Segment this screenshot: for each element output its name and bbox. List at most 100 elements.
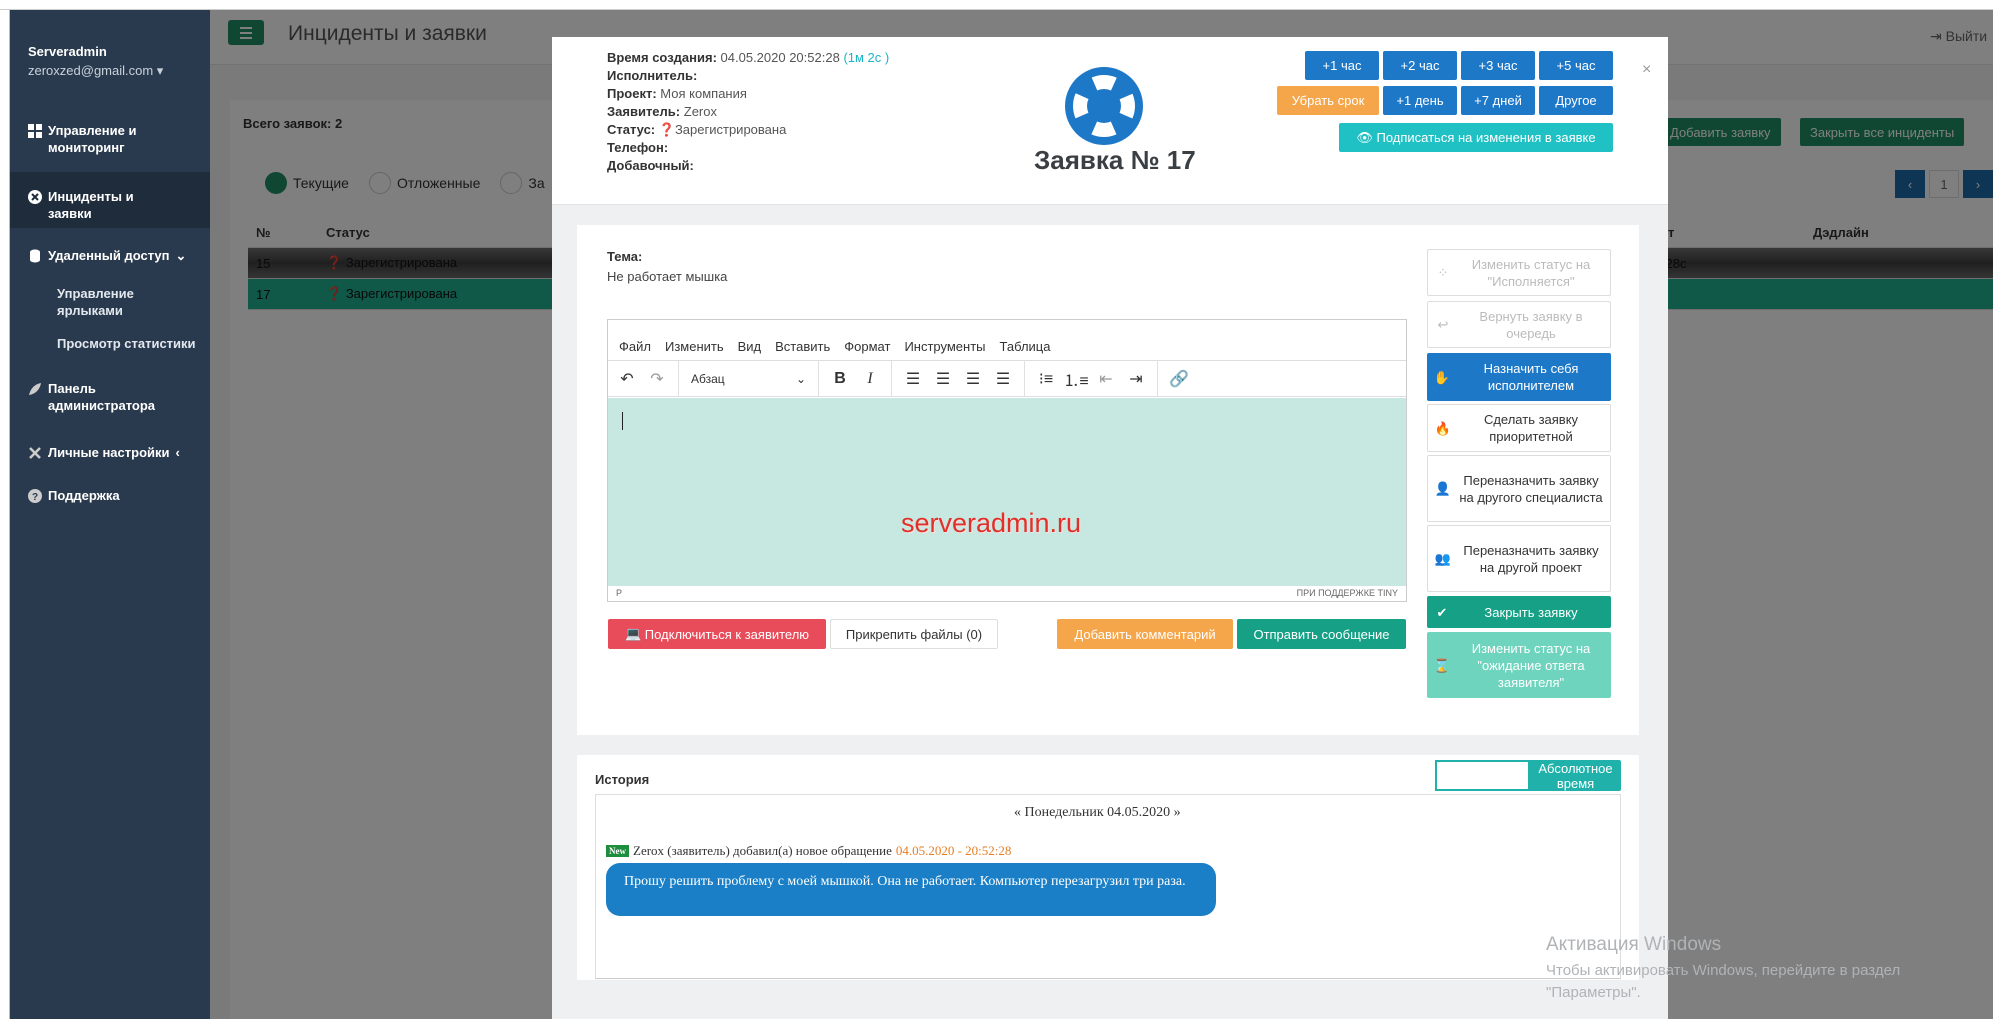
- reply-icon: ↩: [1437, 317, 1449, 332]
- deadline-plus-1d-button[interactable]: +1 день: [1383, 86, 1457, 115]
- ticket-info: Время создания: 04.05.2020 20:52:28 (1м …: [607, 50, 890, 173]
- chevron-down-icon: ⌄: [175, 248, 187, 263]
- reassign-project-button[interactable]: 👥 Переназначить заявку на другой проект: [1427, 525, 1611, 592]
- set-status-waiting-button[interactable]: ⌛ Изменить статус на "ожидание ответа зая…: [1427, 632, 1611, 698]
- users-icon: 👥: [1434, 551, 1452, 566]
- return-to-queue-button[interactable]: ↩ Вернуть заявку в очередь: [1427, 301, 1611, 348]
- attach-files-button[interactable]: Прикрепить файлы (0): [830, 619, 998, 649]
- make-priority-button[interactable]: 🔥 Сделать заявку приоритетной: [1427, 404, 1611, 452]
- watermark-text: serveradmin.ru: [901, 508, 1082, 538]
- deadline-plus-1h-button[interactable]: +1 час: [1305, 51, 1379, 80]
- link-icon[interactable]: 🔗: [1169, 370, 1189, 388]
- sidebar-item-monitoring[interactable]: Управление и мониторинг: [10, 122, 210, 156]
- sidebar: Serveradmin zeroxzed@gmail.com ▾ Управле…: [10, 10, 210, 1019]
- lifebuoy-icon: [1065, 67, 1143, 145]
- leaf-icon: [29, 383, 41, 395]
- chevron-left-icon: ‹: [175, 445, 180, 460]
- windows-activation-hint: Чтобы активировать Windows, перейдите в …: [1546, 962, 1901, 1001]
- windows-activation-title: Активация Windows: [1546, 934, 1722, 955]
- subscribe-button[interactable]: 👁 Подписаться на изменения в заявке: [1339, 123, 1613, 152]
- grid-icon: [28, 124, 42, 138]
- editor-statusbar: P ПРИ ПОДДЕРЖКЕ TINY: [616, 588, 1398, 598]
- deadline-plus-5h-button[interactable]: +5 час: [1539, 51, 1613, 80]
- window-frame-top: [0, 0, 1993, 10]
- menu-file[interactable]: Файл: [619, 339, 651, 354]
- new-badge: New: [606, 845, 629, 857]
- chevron-down-icon: ⌄: [795, 371, 806, 386]
- remove-deadline-button[interactable]: Убрать срок: [1277, 86, 1379, 115]
- set-status-executing-button[interactable]: ⁘ Изменить статус на "Исполняется": [1427, 249, 1611, 296]
- sidebar-item-remote-access[interactable]: Удаленный доступ ⌄: [10, 247, 210, 264]
- sidebar-item-incidents[interactable]: Инциденты и заявки: [10, 172, 210, 228]
- theme-value: Не работает мышка: [607, 269, 728, 284]
- sidebar-item-admin[interactable]: Панель администратора: [10, 380, 210, 414]
- window-frame-left: [0, 10, 10, 1019]
- paragraph-select[interactable]: Абзац ⌄: [691, 372, 806, 386]
- menu-insert[interactable]: Вставить: [775, 339, 830, 354]
- history-day: « Понедельник 04.05.2020 »: [1014, 805, 1181, 820]
- history-entry: New Zerox (заявитель) добавил(а) новое о…: [606, 843, 1011, 859]
- question-circle-icon: ?: [28, 489, 42, 503]
- reassign-specialist-button[interactable]: 👤 Переназначить заявку на другого специал…: [1427, 455, 1611, 522]
- redo-icon[interactable]: ↷: [648, 370, 666, 388]
- rich-text-editor: Файл Изменить Вид Вставить Формат Инстру…: [607, 319, 1407, 602]
- assign-self-button[interactable]: ✋ Назначить себя исполнителем: [1427, 353, 1611, 401]
- hand-icon: ✋: [1433, 369, 1451, 385]
- ticket-modal: Время создания: 04.05.2020 20:52:28 (1м …: [552, 37, 1668, 1019]
- outdent-icon[interactable]: ⇤: [1097, 370, 1115, 388]
- history-title: История: [595, 772, 650, 787]
- user-email: zeroxzed@gmail.com ▾: [28, 63, 164, 78]
- ticket-header: Время создания: 04.05.2020 20:52:28 (1м …: [552, 37, 1668, 205]
- deadline-plus-3h-button[interactable]: +3 час: [1461, 51, 1535, 80]
- deadline-other-button[interactable]: Другое: [1539, 86, 1613, 115]
- theme-label: Тема:: [607, 249, 643, 264]
- prev-day-icon[interactable]: «: [1014, 805, 1021, 820]
- menu-view[interactable]: Вид: [738, 339, 762, 354]
- close-circle-icon: [28, 190, 42, 204]
- eye-icon: 👁: [1356, 129, 1377, 145]
- user-block[interactable]: Serveradmin zeroxzed@gmail.com ▾: [28, 44, 163, 79]
- menu-format[interactable]: Формат: [844, 339, 890, 354]
- align-left-icon[interactable]: ☰: [904, 370, 922, 388]
- svg-text:?: ?: [32, 492, 38, 503]
- editor-toolbar: ↶ ↷ Абзац ⌄ B I ☰ ☰ ☰ ☰ ⁝≡ ⒈≡ ⇤ ⇥ 🔗: [608, 360, 1406, 397]
- deadline-plus-2h-button[interactable]: +2 час: [1383, 51, 1457, 80]
- numbered-list-icon[interactable]: ⒈≡: [1063, 370, 1088, 390]
- toggle-knob: [1435, 760, 1530, 791]
- ticket-title: Заявка № 17: [1034, 145, 1196, 175]
- close-ticket-button[interactable]: ✔ Закрыть заявку: [1427, 596, 1611, 628]
- next-day-icon[interactable]: »: [1174, 805, 1181, 820]
- user-name: Serveradmin: [28, 44, 107, 59]
- user-icon: 👤: [1434, 481, 1452, 496]
- sidebar-item-shortcuts[interactable]: Управление ярлыками: [57, 285, 157, 319]
- connect-to-applicant-button[interactable]: 💻 Подключиться к заявителю: [608, 619, 826, 649]
- close-icon[interactable]: ×: [1642, 61, 1651, 79]
- editor-content-area[interactable]: serveradmin.ru: [608, 398, 1406, 586]
- add-comment-button[interactable]: Добавить комментарий: [1057, 619, 1233, 649]
- align-justify-icon[interactable]: ☰: [994, 370, 1012, 388]
- undo-icon[interactable]: ↶: [618, 370, 636, 388]
- italic-icon[interactable]: I: [861, 370, 879, 388]
- bold-icon[interactable]: B: [831, 370, 849, 388]
- menu-table[interactable]: Таблица: [1000, 339, 1051, 354]
- bullet-list-icon[interactable]: ⁝≡: [1037, 370, 1055, 388]
- deadline-plus-7d-button[interactable]: +7 дней: [1461, 86, 1535, 115]
- menu-tools[interactable]: Инструменты: [904, 339, 985, 354]
- spinner-icon: ⁘: [1437, 265, 1449, 280]
- database-icon: [30, 249, 40, 263]
- check-icon: ✔: [1436, 604, 1448, 620]
- message-bubble: Прошу решить проблему с моей мышкой. Она…: [606, 863, 1216, 916]
- fire-icon: 🔥: [1434, 420, 1452, 436]
- align-right-icon[interactable]: ☰: [964, 370, 982, 388]
- sidebar-item-support[interactable]: ? Поддержка: [10, 487, 210, 504]
- hourglass-icon: ⌛: [1433, 657, 1451, 673]
- sidebar-item-statistics[interactable]: Просмотр статистики: [57, 335, 196, 352]
- editor-menubar: Файл Изменить Вид Вставить Формат Инстру…: [608, 320, 1406, 360]
- absolute-time-toggle[interactable]: Абсолютное время: [1435, 760, 1621, 791]
- menu-edit[interactable]: Изменить: [665, 339, 724, 354]
- indent-icon[interactable]: ⇥: [1127, 370, 1145, 388]
- align-center-icon[interactable]: ☰: [934, 370, 952, 388]
- send-message-button[interactable]: Отправить сообщение: [1237, 619, 1406, 649]
- tools-icon: [29, 447, 41, 459]
- sidebar-item-settings[interactable]: Личные настройки ‹: [10, 444, 210, 461]
